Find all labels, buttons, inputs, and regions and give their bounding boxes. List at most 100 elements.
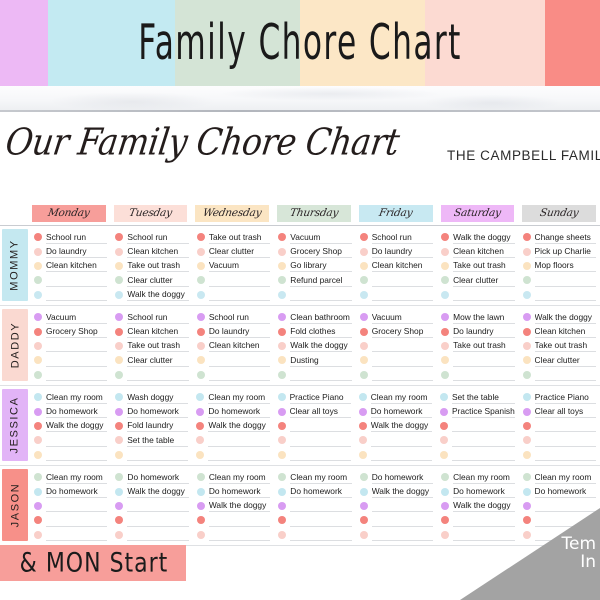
task-line[interactable] <box>196 288 271 302</box>
task-line[interactable]: Clean my room <box>34 470 108 484</box>
task-bullet-dot-icon[interactable] <box>278 290 287 299</box>
task-line[interactable]: Walk the doggy <box>115 484 189 499</box>
task-line[interactable] <box>34 499 108 513</box>
task-bullet-dot-icon[interactable] <box>115 473 124 482</box>
task-text[interactable]: School run <box>208 311 271 324</box>
task-line[interactable]: Clear clutter <box>522 353 596 367</box>
task-text[interactable]: Wash doggy <box>127 391 189 404</box>
task-bullet-dot-icon[interactable] <box>34 530 42 539</box>
task-bullet-dot-icon[interactable] <box>522 370 531 379</box>
task-text[interactable]: Clear clutter <box>208 245 271 259</box>
task-bullet-dot-icon[interactable] <box>115 487 124 496</box>
task-line[interactable]: Clean kitchen <box>441 244 515 259</box>
task-bullet-dot-icon[interactable] <box>34 313 42 322</box>
task-bullet-dot-icon[interactable] <box>358 393 367 402</box>
task-bullet-dot-icon[interactable] <box>277 407 286 416</box>
task-line[interactable] <box>359 499 434 513</box>
task-line[interactable] <box>196 273 271 287</box>
task-text[interactable] <box>451 419 515 433</box>
task-text[interactable] <box>208 528 271 542</box>
task-bullet-dot-icon[interactable] <box>34 341 42 350</box>
task-bullet-dot-icon[interactable] <box>441 327 450 336</box>
task-text[interactable] <box>370 434 432 447</box>
task-bullet-dot-icon[interactable] <box>34 370 42 379</box>
task-line[interactable] <box>196 433 270 447</box>
task-line[interactable] <box>359 513 434 527</box>
task-text[interactable]: Do homework <box>370 405 432 419</box>
task-text[interactable] <box>371 368 434 382</box>
task-text[interactable]: Do homework <box>534 485 596 499</box>
task-text[interactable]: Change sheets <box>534 231 596 244</box>
task-bullet-dot-icon[interactable] <box>34 276 42 285</box>
task-text[interactable]: Pick up Charlie <box>534 245 596 259</box>
task-line[interactable] <box>359 288 434 302</box>
task-text[interactable]: Do laundry <box>208 325 271 339</box>
task-bullet-dot-icon[interactable] <box>358 436 367 445</box>
task-text[interactable]: Vacuum <box>208 259 271 273</box>
task-text[interactable]: Dusting <box>290 354 352 367</box>
task-text[interactable]: Clean my room <box>46 471 108 484</box>
task-bullet-dot-icon[interactable] <box>522 436 531 445</box>
task-line[interactable]: Do homework <box>34 484 108 499</box>
task-line[interactable]: Clean my room <box>441 470 515 484</box>
task-text[interactable]: Walk the doggy <box>453 231 515 244</box>
task-bullet-dot-icon[interactable] <box>522 501 531 510</box>
person-name-tab[interactable]: DADDY <box>2 309 28 381</box>
task-line[interactable]: Pick up Charlie <box>522 244 596 259</box>
task-line[interactable]: School run <box>34 230 108 244</box>
task-line[interactable]: Grocery Shop <box>34 324 108 339</box>
task-text[interactable]: School run <box>127 311 189 324</box>
task-line[interactable] <box>278 513 352 527</box>
task-line[interactable] <box>359 273 434 287</box>
task-line[interactable] <box>359 368 434 382</box>
task-bullet-dot-icon[interactable] <box>359 261 368 270</box>
task-line[interactable]: Mow the lawn <box>441 310 515 324</box>
task-line[interactable] <box>115 499 189 513</box>
task-line[interactable]: Clean my room <box>522 470 596 484</box>
task-text[interactable] <box>208 274 271 287</box>
task-text[interactable] <box>371 499 434 513</box>
day-header-saturday[interactable]: Saturday <box>440 204 515 222</box>
task-bullet-dot-icon[interactable] <box>115 313 124 322</box>
task-bullet-dot-icon[interactable] <box>196 290 205 299</box>
task-bullet-dot-icon[interactable] <box>115 421 124 430</box>
task-bullet-dot-icon[interactable] <box>115 276 124 285</box>
task-text[interactable] <box>534 368 596 382</box>
task-line[interactable]: Clean my room <box>34 390 108 404</box>
task-text[interactable]: Clean my room <box>453 471 515 484</box>
task-text[interactable] <box>371 354 434 367</box>
task-text[interactable] <box>289 434 351 447</box>
task-bullet-dot-icon[interactable] <box>196 370 205 379</box>
task-line[interactable]: Fold laundry <box>115 419 189 433</box>
task-bullet-dot-icon[interactable] <box>34 487 42 496</box>
task-line[interactable] <box>34 288 108 302</box>
task-text[interactable]: Clear clutter <box>127 354 189 367</box>
task-line[interactable] <box>522 528 596 542</box>
task-bullet-dot-icon[interactable] <box>278 313 287 322</box>
task-bullet-dot-icon[interactable] <box>196 516 205 525</box>
task-text[interactable] <box>534 499 596 513</box>
task-line[interactable] <box>34 433 108 447</box>
task-line[interactable]: Take out trash <box>441 259 515 273</box>
task-bullet-dot-icon[interactable] <box>278 341 287 350</box>
task-line[interactable]: Fold clothes <box>278 324 352 339</box>
task-bullet-dot-icon[interactable] <box>278 370 287 379</box>
task-text[interactable] <box>290 499 352 513</box>
task-bullet-dot-icon[interactable] <box>34 247 42 256</box>
task-bullet-dot-icon[interactable] <box>115 341 124 350</box>
task-bullet-dot-icon[interactable] <box>441 530 450 539</box>
task-line[interactable] <box>34 339 108 353</box>
task-bullet-dot-icon[interactable] <box>34 407 42 416</box>
task-line[interactable] <box>439 433 515 447</box>
task-text[interactable]: Walk the doggy <box>208 419 270 433</box>
task-text[interactable]: Do homework <box>46 485 108 499</box>
task-bullet-dot-icon[interactable] <box>359 370 368 379</box>
task-text[interactable]: Clean kitchen <box>534 325 596 339</box>
task-text[interactable]: Clean my room <box>290 471 352 484</box>
task-bullet-dot-icon[interactable] <box>115 516 124 525</box>
task-text[interactable]: Do laundry <box>453 325 515 339</box>
task-text[interactable]: Clean kitchen <box>371 259 434 273</box>
task-line[interactable]: Walk the doggy <box>441 499 515 513</box>
task-text[interactable]: Do homework <box>46 405 108 419</box>
task-line[interactable]: Walk the doggy <box>278 339 352 353</box>
